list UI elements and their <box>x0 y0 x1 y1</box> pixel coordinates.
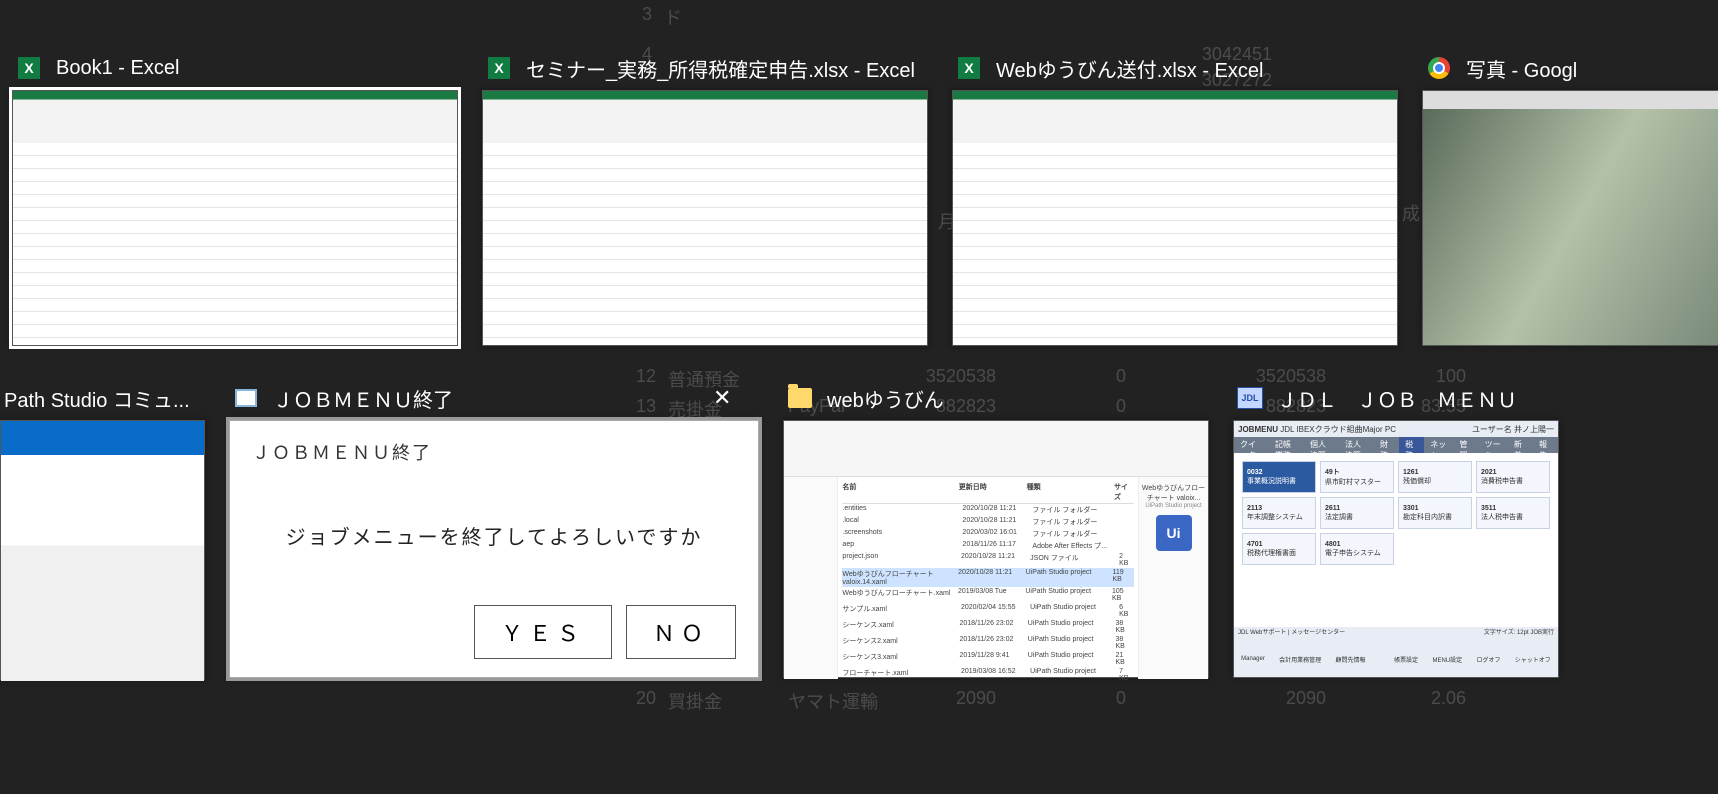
task-title-label: 写真 - Googl <box>1466 54 1577 83</box>
task-seminar-excel[interactable]: X セミナー_実務_所得税確定申告.xlsx - Excel <box>482 50 928 346</box>
jdl-footer-item[interactable]: ログオフ <box>1476 655 1500 664</box>
task-thumbnail: JOBMENU JDL IBEXクラウド組曲Major PC ユーザー名 井ノ上… <box>1233 420 1559 678</box>
task-thumbnail <box>1422 90 1718 346</box>
jdl-footer-item[interactable]: 会計用業務管理 <box>1279 655 1321 664</box>
task-thumbnail <box>0 420 205 680</box>
task-jobmenu-exit-dialog[interactable]: ＪＯＢＭＥＮＵ終了 ✕ ＪＯＢＭＥＮＵ終了 ジョブメニューを終了してよろしいです… <box>229 380 759 680</box>
task-thumbnail <box>482 90 928 346</box>
jdl-tile[interactable]: 2611法定調書 <box>1320 497 1394 529</box>
file-row[interactable]: .screenshots2020/03/02 16:01ファイル フォルダー <box>842 528 1134 540</box>
task-jdl-jobmenu[interactable]: JDL ＪＤＬ ＪＯＢ ＭＥＮＵ JOBMENU JDL IBEXクラウド組曲M… <box>1233 380 1559 680</box>
task-title-label: webゆうびん <box>827 384 944 413</box>
window-icon <box>233 385 259 411</box>
excel-icon: X <box>16 55 42 81</box>
jdl-tab[interactable]: クイック <box>1234 437 1269 453</box>
dialog-no-button[interactable]: ＮＯ <box>626 605 736 659</box>
file-row[interactable]: シーケンス2.xaml2018/11/26 23:02UiPath Studio… <box>842 635 1134 651</box>
jdl-tab[interactable]: 個人決算 <box>1304 437 1339 453</box>
jdl-tile[interactable]: 4701税務代理権書面 <box>1242 533 1316 565</box>
jdl-tile[interactable]: 3301勘定科目内訳書 <box>1398 497 1472 529</box>
file-row[interactable]: シーケンス.xaml2018/11/26 23:02UiPath Studio … <box>842 619 1134 635</box>
folder-icon <box>787 385 813 411</box>
file-row[interactable]: フローチャート.xaml2019/03/08 16:52UiPath Studi… <box>842 667 1134 683</box>
task-thumbnail: ＪＯＢＭＥＮＵ終了 ジョブメニューを終了してよろしいですか ＹＥＳ ＮＯ <box>229 420 759 678</box>
jdl-tile[interactable]: 49ト県市町村マスター <box>1320 461 1394 493</box>
preview-subtitle: UiPath Studio project <box>1145 503 1201 509</box>
jdl-tab[interactable]: 財 務 <box>1374 437 1399 453</box>
file-row[interactable]: Webゆうびんフローチャート valoix.14.xaml2020/10/28 … <box>842 568 1134 587</box>
file-row[interactable]: サンプル.xaml2020/02/04 15:55UiPath Studio p… <box>842 603 1134 619</box>
jdl-tab[interactable]: 管 理 <box>1453 437 1478 453</box>
uipath-badge-icon: Ui <box>1156 515 1192 551</box>
jdl-tab[interactable]: 法人決算 <box>1339 437 1374 453</box>
task-book1-excel[interactable]: X Book1 - Excel <box>12 50 458 346</box>
file-row[interactable]: シーケンス3.xaml2019/11/28 9:41UiPath Studio … <box>842 651 1134 667</box>
dialog-yes-button[interactable]: ＹＥＳ <box>474 605 612 659</box>
task-title-label: セミナー_実務_所得税確定申告.xlsx - Excel <box>526 54 915 83</box>
task-webyuubin-excel[interactable]: X Webゆうびん送付.xlsx - Excel <box>952 50 1398 346</box>
jdl-tab[interactable]: ツール <box>1479 437 1508 453</box>
file-row[interactable]: .entities2020/10/28 11:21ファイル フォルダー <box>842 504 1134 516</box>
file-row[interactable]: .local2020/10/28 11:21ファイル フォルダー <box>842 516 1134 528</box>
task-title-label: Book1 - Excel <box>56 57 179 80</box>
excel-icon: X <box>486 55 512 81</box>
file-row[interactable]: Webゆうびんフローチャート.xaml2019/03/08 TueUiPath … <box>842 587 1134 603</box>
dialog-title: ＪＯＢＭＥＮＵ終了 <box>252 439 736 465</box>
task-thumbnail <box>952 90 1398 346</box>
task-switcher-overlay: X Book1 - Excel X セミナー_実務_所得税確定申告.xlsx -… <box>0 0 1718 794</box>
task-thumbnail: 名前更新日時種類サイズ .entities2020/10/28 11:21ファイ… <box>783 420 1209 678</box>
file-row[interactable]: project.json2020/10/28 11:21JSON ファイル2 K… <box>842 552 1134 568</box>
task-thumbnail <box>12 90 458 346</box>
preview-title: Webゆうびんフローチャート valoix... <box>1139 483 1208 503</box>
jdl-tab[interactable]: 税 務 <box>1399 437 1424 453</box>
task-title-label: Path Studio コミュ... <box>4 384 190 413</box>
excel-icon: X <box>956 55 982 81</box>
dialog-message: ジョブメニューを終了してよろしいですか <box>252 465 736 605</box>
chrome-icon <box>1426 55 1452 81</box>
task-title-label: Webゆうびん送付.xlsx - Excel <box>996 54 1263 83</box>
jdl-footer-item[interactable]: Manager <box>1241 656 1265 662</box>
jdl-tile[interactable]: 2021消費税申告書 <box>1476 461 1550 493</box>
jdl-tab[interactable]: 記帳業務 <box>1269 437 1304 453</box>
jdl-tab[interactable]: ネット <box>1424 437 1453 453</box>
task-title-label: ＪＯＢＭＥＮＵ終了 <box>273 384 453 413</box>
task-explorer-webyuubin[interactable]: webゆうびん 名前更新日時種類サイズ .entities2020/10/28 … <box>783 380 1209 680</box>
jdl-tile[interactable]: 2113年末調整システム <box>1242 497 1316 529</box>
jdl-footer-item[interactable]: MENU設定 <box>1432 655 1462 664</box>
file-row[interactable]: aep2018/11/26 11:17Adobe After Effects プ… <box>842 540 1134 552</box>
jdl-tile[interactable]: 3511法人税申告書 <box>1476 497 1550 529</box>
jdl-tab[interactable]: 報 告 <box>1533 437 1558 453</box>
task-uipath-studio[interactable]: Path Studio コミュ... <box>0 380 205 680</box>
jdl-footer-item[interactable]: シャットオフ <box>1515 655 1551 664</box>
jdl-footer-item[interactable]: 顧問先情報 <box>1335 655 1365 664</box>
jdl-tile[interactable]: 1261残価償却 <box>1398 461 1472 493</box>
explorer-file-list: 名前更新日時種類サイズ .entities2020/10/28 11:21ファイ… <box>838 477 1138 679</box>
task-photos-chrome[interactable]: 写真 - Googl <box>1422 50 1718 346</box>
jdl-icon: JDL <box>1237 385 1263 411</box>
task-title-label: ＪＤＬ ＪＯＢ ＭＥＮＵ <box>1277 384 1517 413</box>
jdl-tile[interactable]: 0032事業概況説明書 <box>1242 461 1316 493</box>
close-icon[interactable]: ✕ <box>713 385 731 411</box>
jdl-tab[interactable]: 新 着 <box>1508 437 1533 453</box>
jdl-footer-item[interactable]: 帳票設定 <box>1394 655 1418 664</box>
jdl-tile[interactable]: 4801電子申告システム <box>1320 533 1394 565</box>
